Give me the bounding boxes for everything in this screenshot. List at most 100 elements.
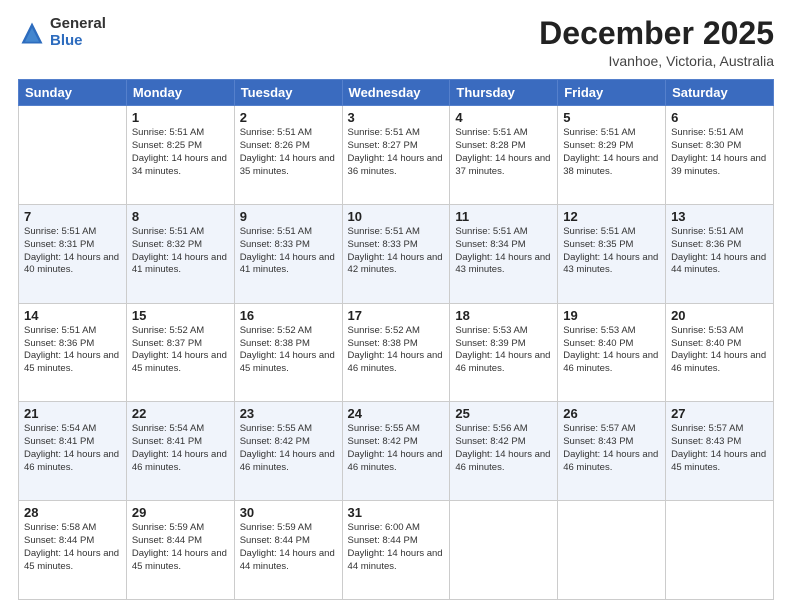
day-info: Sunrise: 5:51 AM Sunset: 8:29 PM Dayligh… [563,127,660,178]
table-row: 27 Sunrise: 5:57 AM Sunset: 8:43 PM Dayli… [666,402,774,501]
day-info: Sunrise: 5:51 AM Sunset: 8:30 PM Dayligh… [671,127,768,178]
header: General Blue December 2025 Ivanhoe, Vict… [18,16,774,69]
day-info: Sunrise: 5:53 AM Sunset: 8:40 PM Dayligh… [563,325,660,376]
location-subtitle: Ivanhoe, Victoria, Australia [539,53,774,69]
day-info: Sunrise: 6:00 AM Sunset: 8:44 PM Dayligh… [348,522,445,573]
day-number: 6 [671,110,768,125]
day-number: 13 [671,209,768,224]
day-info: Sunrise: 5:51 AM Sunset: 8:28 PM Dayligh… [455,127,552,178]
day-info: Sunrise: 5:51 AM Sunset: 8:25 PM Dayligh… [132,127,229,178]
day-number: 19 [563,308,660,323]
col-sunday: Sunday [19,80,127,106]
table-row: 15Sunrise: 5:52 AM Sunset: 8:37 PM Dayli… [126,303,234,402]
day-info: Sunrise: 5:52 AM Sunset: 8:38 PM Dayligh… [348,325,445,376]
logo: General Blue [18,16,106,49]
day-info: Sunrise: 5:51 AM Sunset: 8:34 PM Dayligh… [455,226,552,277]
table-row: 16 Sunrise: 5:52 AM Sunset: 8:38 PM Dayli… [234,303,342,402]
day-number: 22 [132,406,229,421]
day-info: Sunrise: 5:51 AM Sunset: 8:33 PM Dayligh… [348,226,445,277]
page: General Blue December 2025 Ivanhoe, Vict… [0,0,792,612]
day-number: 24 [348,406,445,421]
table-row [558,501,666,600]
calendar-table: Sunday Monday Tuesday Wednesday Thursday… [18,79,774,600]
day-info: Sunrise: 5:53 AM Sunset: 8:39 PM Dayligh… [455,325,552,376]
table-row: 19 Sunrise: 5:53 AM Sunset: 8:40 PM Dayli… [558,303,666,402]
table-row: 23 Sunrise: 5:55 AM Sunset: 8:42 PM Dayli… [234,402,342,501]
day-number: 18 [455,308,552,323]
day-number: 2 [240,110,337,125]
day-info: Sunrise: 5:51 AM Sunset: 8:27 PM Dayligh… [348,127,445,178]
table-row: 1 Sunrise: 5:51 AM Sunset: 8:25 PM Daylig… [126,106,234,205]
col-saturday: Saturday [666,80,774,106]
col-wednesday: Wednesday [342,80,450,106]
table-row: 31 Sunrise: 6:00 AM Sunset: 8:44 PM Dayli… [342,501,450,600]
table-row: 18 Sunrise: 5:53 AM Sunset: 8:39 PM Dayli… [450,303,558,402]
day-number: 27 [671,406,768,421]
day-number: 26 [563,406,660,421]
day-info: Sunrise: 5:51 AM Sunset: 8:31 PM Dayligh… [24,226,121,277]
day-info: Sunrise: 5:51 AM Sunset: 8:33 PM Dayligh… [240,226,337,277]
table-row: 5Sunrise: 5:51 AM Sunset: 8:29 PM Daylig… [558,106,666,205]
table-row: 9 Sunrise: 5:51 AM Sunset: 8:33 PM Daylig… [234,204,342,303]
day-number: 17 [348,308,445,323]
day-number: 16 [240,308,337,323]
table-row: 29Sunrise: 5:59 AM Sunset: 8:44 PM Dayli… [126,501,234,600]
table-row: 3Sunrise: 5:51 AM Sunset: 8:27 PM Daylig… [342,106,450,205]
day-info: Sunrise: 5:54 AM Sunset: 8:41 PM Dayligh… [24,423,121,474]
day-info: Sunrise: 5:57 AM Sunset: 8:43 PM Dayligh… [671,423,768,474]
day-info: Sunrise: 5:52 AM Sunset: 8:38 PM Dayligh… [240,325,337,376]
table-row: 4 Sunrise: 5:51 AM Sunset: 8:28 PM Daylig… [450,106,558,205]
col-thursday: Thursday [450,80,558,106]
day-info: Sunrise: 5:53 AM Sunset: 8:40 PM Dayligh… [671,325,768,376]
table-row: 17 Sunrise: 5:52 AM Sunset: 8:38 PM Dayli… [342,303,450,402]
day-number: 15 [132,308,229,323]
day-info: Sunrise: 5:55 AM Sunset: 8:42 PM Dayligh… [240,423,337,474]
day-number: 21 [24,406,121,421]
calendar-week-row: 14 Sunrise: 5:51 AM Sunset: 8:36 PM Dayli… [19,303,774,402]
day-number: 1 [132,110,229,125]
day-info: Sunrise: 5:59 AM Sunset: 8:44 PM Dayligh… [132,522,229,573]
table-row: 20 Sunrise: 5:53 AM Sunset: 8:40 PM Dayli… [666,303,774,402]
day-number: 30 [240,505,337,520]
day-number: 9 [240,209,337,224]
day-info: Sunrise: 5:56 AM Sunset: 8:42 PM Dayligh… [455,423,552,474]
table-row [666,501,774,600]
calendar-header-row: Sunday Monday Tuesday Wednesday Thursday… [19,80,774,106]
day-info: Sunrise: 5:51 AM Sunset: 8:36 PM Dayligh… [24,325,121,376]
day-info: Sunrise: 5:59 AM Sunset: 8:44 PM Dayligh… [240,522,337,573]
day-number: 10 [348,209,445,224]
table-row: 11 Sunrise: 5:51 AM Sunset: 8:34 PM Dayli… [450,204,558,303]
table-row [19,106,127,205]
day-info: Sunrise: 5:58 AM Sunset: 8:44 PM Dayligh… [24,522,121,573]
table-row: 14 Sunrise: 5:51 AM Sunset: 8:36 PM Dayli… [19,303,127,402]
calendar-week-row: 1 Sunrise: 5:51 AM Sunset: 8:25 PM Daylig… [19,106,774,205]
day-number: 14 [24,308,121,323]
day-number: 11 [455,209,552,224]
table-row: 25 Sunrise: 5:56 AM Sunset: 8:42 PM Dayli… [450,402,558,501]
day-number: 20 [671,308,768,323]
table-row: 10 Sunrise: 5:51 AM Sunset: 8:33 PM Dayli… [342,204,450,303]
logo-icon [18,19,46,47]
day-number: 12 [563,209,660,224]
month-title: December 2025 [539,16,774,51]
table-row: 13 Sunrise: 5:51 AM Sunset: 8:36 PM Dayli… [666,204,774,303]
table-row: 22 Sunrise: 5:54 AM Sunset: 8:41 PM Dayli… [126,402,234,501]
table-row: 30 Sunrise: 5:59 AM Sunset: 8:44 PM Dayli… [234,501,342,600]
table-row: 28 Sunrise: 5:58 AM Sunset: 8:44 PM Dayli… [19,501,127,600]
day-info: Sunrise: 5:55 AM Sunset: 8:42 PM Dayligh… [348,423,445,474]
calendar-week-row: 28 Sunrise: 5:58 AM Sunset: 8:44 PM Dayli… [19,501,774,600]
day-number: 25 [455,406,552,421]
table-row: 8Sunrise: 5:51 AM Sunset: 8:32 PM Daylig… [126,204,234,303]
day-info: Sunrise: 5:54 AM Sunset: 8:41 PM Dayligh… [132,423,229,474]
logo-blue-text: Blue [50,33,106,50]
day-info: Sunrise: 5:51 AM Sunset: 8:36 PM Dayligh… [671,226,768,277]
table-row: 2Sunrise: 5:51 AM Sunset: 8:26 PM Daylig… [234,106,342,205]
day-number: 31 [348,505,445,520]
day-number: 23 [240,406,337,421]
table-row: 7Sunrise: 5:51 AM Sunset: 8:31 PM Daylig… [19,204,127,303]
table-row: 24 Sunrise: 5:55 AM Sunset: 8:42 PM Dayli… [342,402,450,501]
table-row: 12Sunrise: 5:51 AM Sunset: 8:35 PM Dayli… [558,204,666,303]
day-info: Sunrise: 5:57 AM Sunset: 8:43 PM Dayligh… [563,423,660,474]
day-number: 28 [24,505,121,520]
day-number: 4 [455,110,552,125]
